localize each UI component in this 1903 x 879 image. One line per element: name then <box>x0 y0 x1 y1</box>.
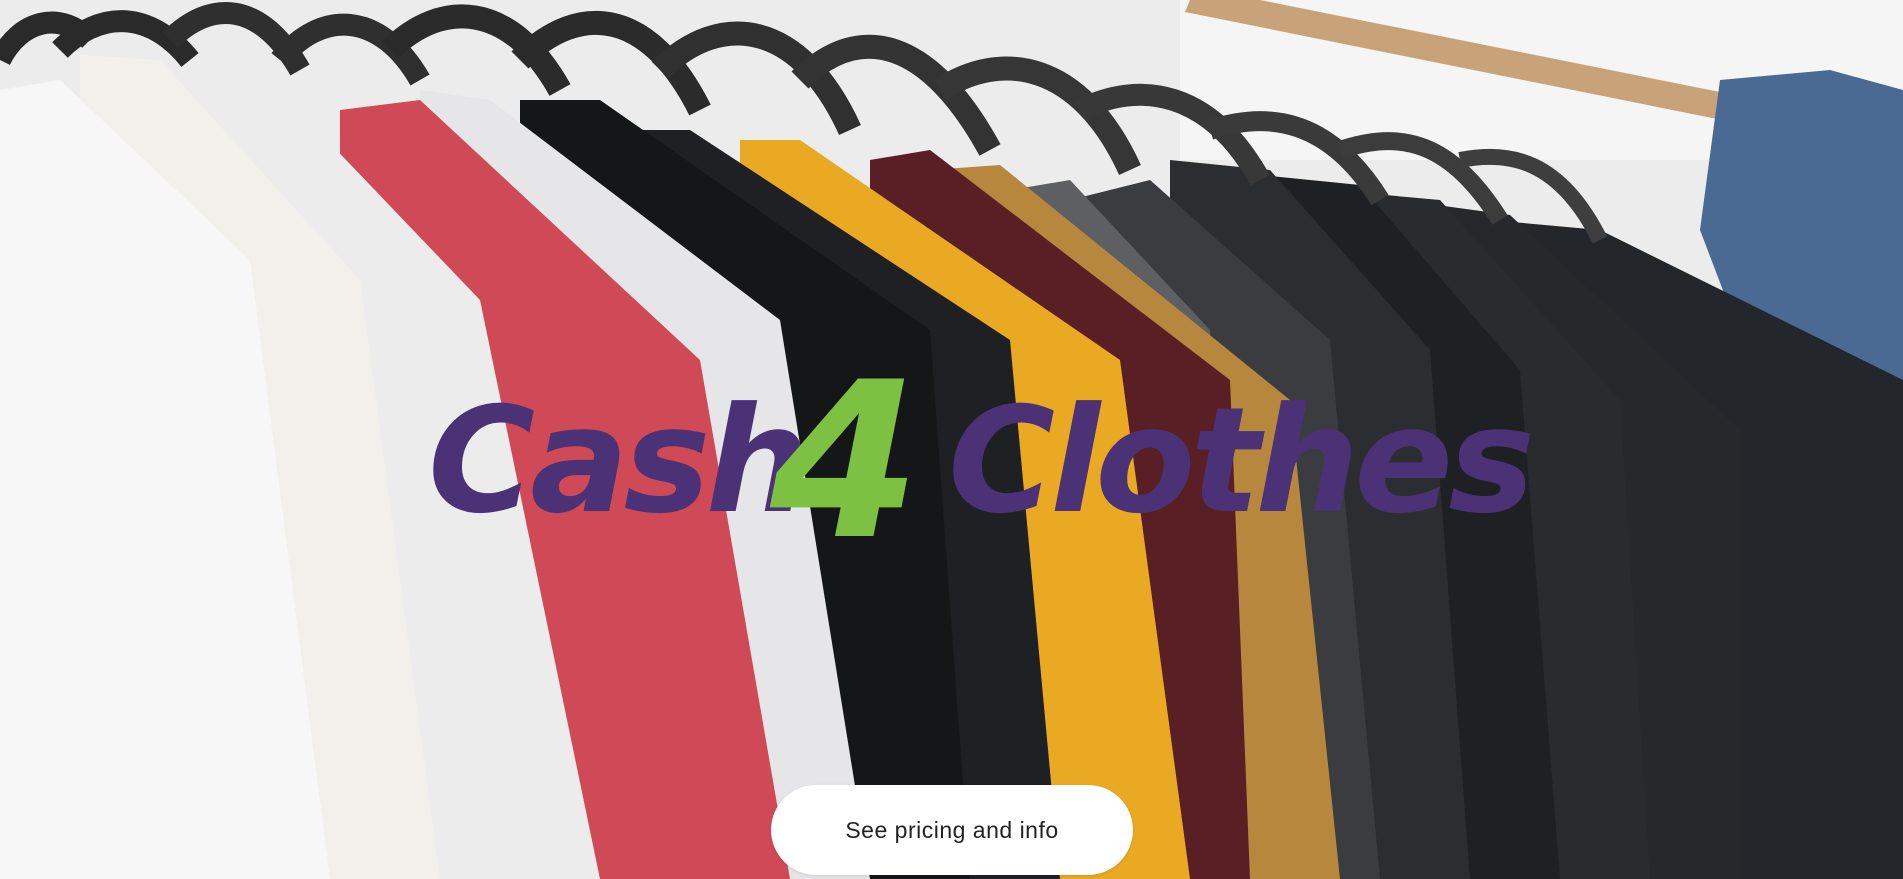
hero-section: Cash 4 Clothes See pricing and info <box>0 0 1903 879</box>
logo-text-clothes: Clothes <box>948 376 1535 546</box>
see-pricing-button[interactable]: See pricing and info <box>771 785 1133 875</box>
cash4clothes-logo: Cash 4 Clothes <box>428 354 1535 570</box>
logo-text-cash: Cash <box>428 376 810 546</box>
logo-text-four: 4 <box>770 336 921 587</box>
